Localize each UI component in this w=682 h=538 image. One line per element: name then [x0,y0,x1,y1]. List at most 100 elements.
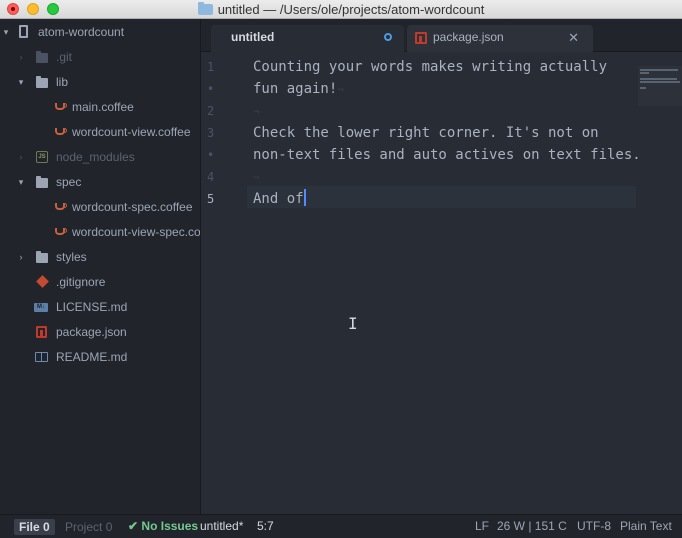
code-line: non-text files and auto actives on text … [253,144,641,166]
status-file-count: 0 [43,520,50,534]
tree-root[interactable]: ▾ atom-wordcount [0,20,200,45]
folder-icon [36,51,48,63]
minimap[interactable] [638,66,682,106]
tree-item-wordcount-view-coffee[interactable]: wordcount-view.coffee [0,120,200,145]
eol-marker: ¬ [253,105,260,118]
tree-item-label: main.coffee [72,100,134,114]
folder-icon [197,2,213,15]
tree-item-node-modules[interactable]: › JS node_modules [0,145,200,170]
status-file-label: File [19,520,40,534]
tab-bar: untitled package.json ✕ [201,19,682,53]
minimap-line [640,78,677,80]
window-title: untitled — /Users/ole/projects/atom-word… [217,2,485,17]
coffee-icon [55,103,67,110]
minimap-line [640,72,649,74]
tree-item-label: .gitignore [56,275,106,289]
package-icon [415,32,427,44]
modified-dot-icon[interactable] [384,33,392,41]
tree-item-label: styles [56,250,87,264]
code-text: Counting your words makes writing actual… [253,59,608,75]
status-grammar[interactable]: Plain Text [620,515,672,538]
package-icon [36,326,47,338]
tree-item-label: package.json [56,325,127,339]
eol-marker: ¬ [253,171,260,184]
code-text: non-text files and auto actives on text … [253,147,641,163]
minimap-line [640,87,646,89]
tree-item-spec[interactable]: ▾ spec [0,170,200,195]
git-icon [36,275,49,288]
status-issues-label: No Issues [141,519,199,533]
window-titlebar: untitled — /Users/ole/projects/atom-word… [0,0,682,19]
chevron-right-icon: › [19,152,23,162]
tree-item-label: node_modules [56,150,135,164]
code-line: Check the lower right corner. It's not o… [253,122,599,144]
status-cursor-position[interactable]: 5:7 [257,515,274,538]
line-number[interactable]: • [207,78,223,100]
line-number[interactable]: 5 [207,188,223,210]
code-text: And of [253,191,304,207]
coffee-icon [55,128,67,135]
tree-item-label: .git [56,50,73,64]
line-number[interactable]: 2 [207,100,223,122]
tree-root-label: atom-wordcount [38,25,125,39]
tab-untitled[interactable]: untitled [211,25,404,53]
status-word-count[interactable]: 26 W | 151 C [497,515,567,538]
tree-item-label: wordcount-view.coffee [72,125,191,139]
folder-icon [36,76,48,88]
code-line: And of [253,188,306,210]
markdown-icon: M↓ [34,303,48,312]
chevron-right-icon: › [19,252,23,262]
line-number[interactable]: 1 [207,56,223,78]
tree-item-label: README.md [56,350,128,364]
tree-item-lib[interactable]: ▾ lib [0,70,200,95]
status-project-tab[interactable]: Project 0 [61,519,116,535]
tree-item-git[interactable]: › .git [0,45,200,70]
code-line: ¬ [253,166,260,189]
code-text: fun again! [253,81,338,97]
line-number[interactable]: • [207,144,223,166]
status-filename[interactable]: untitled* [200,515,243,538]
status-project-label: Project [65,520,103,534]
tab-label: package.json [433,30,504,44]
code-text: Check the lower right corner. It's not o… [253,125,599,141]
ibeam-cursor-icon: I [348,314,358,333]
book-icon [35,352,48,362]
minimap-line [640,69,678,71]
close-icon[interactable]: ✕ [568,25,579,50]
eol-marker: ¬ [337,83,344,96]
repo-icon [19,25,28,38]
folder-icon [36,251,48,263]
chevron-right-icon: › [19,52,23,62]
check-icon: ✔ [128,519,139,533]
status-encoding[interactable]: UTF-8 [577,515,611,538]
tree-item-wordcount-view-spec-coffee[interactable]: wordcount-view-spec.coffee [0,220,201,245]
tree-item-wordcount-spec-coffee[interactable]: wordcount-spec.coffee [0,195,200,220]
tree-item-styles[interactable]: › styles [0,245,200,270]
tree-item-gitignore[interactable]: .gitignore [0,270,200,295]
js-icon: JS [36,151,48,163]
chevron-down-icon: ▾ [18,77,24,87]
tree-item-license[interactable]: M↓ LICENSE.md [0,295,200,320]
tree-item-label: spec [56,175,82,189]
tree-item-label: wordcount-spec.coffee [72,200,193,214]
chevron-down-icon: ▾ [18,177,24,187]
code-line: ¬ [253,100,260,123]
tree-item-readme[interactable]: README.md [0,345,200,370]
tab-package-json[interactable]: package.json ✕ [407,25,593,52]
code-line: fun again!¬ [253,78,344,101]
status-line-ending[interactable]: LF [475,515,489,538]
status-issues[interactable]: ✔ No Issues [128,515,198,538]
tree-item-label: wordcount-view-spec.coffee [72,225,201,239]
text-editor[interactable]: 1 • 2 3 • 4 5 Counting your words makes … [201,52,682,514]
tree-item-main-coffee[interactable]: main.coffee [0,95,200,120]
tree-item-label: LICENSE.md [56,300,128,314]
chevron-down-icon: ▾ [3,27,9,37]
line-number[interactable]: 4 [207,166,223,188]
tab-label: untitled [231,30,275,44]
tree-item-package-json[interactable]: package.json [0,320,200,345]
status-file-tab[interactable]: File 0 [14,519,55,535]
status-project-count: 0 [105,520,113,534]
status-bar: File 0 Project 0 ✔ No Issues untitled* 5… [0,514,682,538]
code-line: Counting your words makes writing actual… [253,56,607,78]
line-number[interactable]: 3 [207,122,223,144]
